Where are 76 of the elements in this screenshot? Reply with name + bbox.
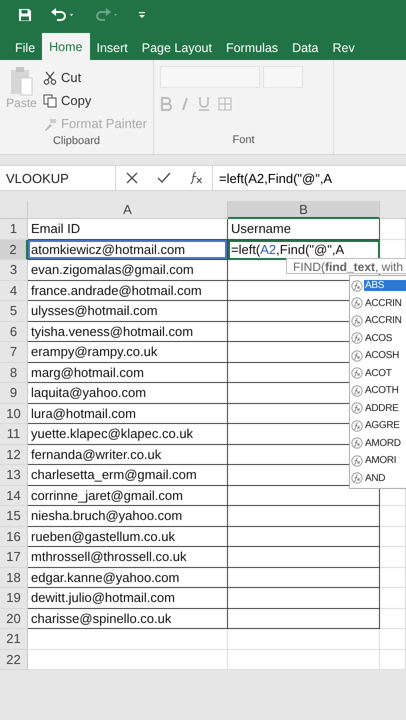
table-cell: laquita@yahoo.com <box>28 383 228 404</box>
ribbon-tab[interactable]: Rev <box>325 36 362 60</box>
ribbon-tab[interactable]: Data <box>285 36 326 60</box>
function-suggestion[interactable]: ABS <box>364 280 406 292</box>
name-box[interactable]: VLOOKUP <box>0 166 116 190</box>
row-header[interactable]: 6 <box>0 322 28 342</box>
ribbon-tab[interactable]: Formulas <box>218 36 286 60</box>
table-cell: corrinne_jaret@gmail.com <box>28 486 228 506</box>
table-cell: Username <box>228 219 380 240</box>
ribbon-tab[interactable]: Insert <box>90 36 135 60</box>
table-cell: dewitt.julio@hotmail.com <box>28 588 228 608</box>
function-suggestion[interactable]: AMORI <box>364 455 406 466</box>
table-cell: edgar.kanne@yahoo.com <box>28 568 228 588</box>
row-header[interactable]: 14 <box>0 486 28 506</box>
function-suggestion[interactable]: ACOS <box>364 332 406 344</box>
table-cell: marg@hotmail.com <box>28 362 228 383</box>
table-cell: charlesetta_erm@gmail.com <box>28 465 228 486</box>
table-cell: lura@hotmail.com <box>28 404 228 424</box>
row-header[interactable]: 5 <box>0 301 28 322</box>
button-label: Paste <box>6 96 37 110</box>
button-label: Format Painter <box>61 116 147 131</box>
ribbon-tab[interactable]: Home <box>42 33 90 60</box>
button-label: Copy <box>61 93 92 108</box>
table-cell: Email ID <box>28 219 228 240</box>
row-header[interactable]: 4 <box>0 280 28 301</box>
row-header[interactable]: 8 <box>0 362 28 383</box>
table-cell: charisse@spinello.co.uk <box>28 608 228 629</box>
table-cell: evan.zigomalas@gmail.com <box>28 260 228 280</box>
function-tooltip: FIND(find_text, with <box>286 258 406 274</box>
row-header[interactable]: 13 <box>0 465 28 486</box>
function-suggestion[interactable]: ACCRIN <box>364 315 406 326</box>
ribbon-tab[interactable]: Page Layout <box>134 36 219 60</box>
function-suggestion[interactable]: AGGRE <box>364 420 406 432</box>
function-suggestion[interactable]: ACOT <box>364 368 406 379</box>
group-title: Font <box>231 134 256 148</box>
row-header[interactable]: 7 <box>0 342 28 362</box>
row-header[interactable]: 15 <box>0 506 28 526</box>
function-suggestion[interactable]: AMORD <box>364 438 406 449</box>
row-header[interactable]: 21 <box>0 629 28 650</box>
function-suggestion[interactable]: AND <box>364 472 406 484</box>
table-cell: rueben@gastellum.co.uk <box>28 526 228 547</box>
table-cell: mthrossell@throssell.co.uk <box>28 547 228 568</box>
formula-field[interactable]: =left(A2,Find("@",A <box>212 166 406 190</box>
function-suggestion[interactable]: ACCRIN <box>364 298 406 309</box>
row-header[interactable]: 17 <box>0 547 28 568</box>
row-header[interactable]: 16 <box>0 526 28 547</box>
row-header[interactable]: 18 <box>0 568 28 588</box>
table-cell: tyisha.veness@hotmail.com <box>28 322 228 342</box>
row-header[interactable]: 20 <box>0 608 28 629</box>
table-cell: erampy@rampy.co.uk <box>28 342 228 362</box>
table-cell: niesha.bruch@yahoo.com <box>28 506 228 526</box>
function-suggestion[interactable]: ADDRE <box>364 402 406 414</box>
row-header[interactable]: 10 <box>0 404 28 424</box>
row-header[interactable]: 19 <box>0 588 28 608</box>
cut-button[interactable]: Cut <box>43 66 147 89</box>
table-cell: france.andrade@hotmail.com <box>28 280 228 301</box>
row-header[interactable]: 22 <box>0 650 28 670</box>
copy-button[interactable]: Copy <box>43 89 147 112</box>
row-header[interactable]: 1 <box>0 219 28 240</box>
ribbon-tab[interactable]: File <box>8 36 42 60</box>
column-header[interactable]: B <box>228 201 380 219</box>
row-header[interactable]: 12 <box>0 444 28 465</box>
group-title: Clipboard <box>52 135 102 149</box>
column-header[interactable]: A <box>28 201 228 219</box>
row-header[interactable]: 11 <box>0 424 28 444</box>
button-label: Cut <box>61 70 82 85</box>
row-header[interactable]: 2 <box>0 240 28 260</box>
table-cell: yuette.klapec@klapec.co.uk <box>28 424 228 444</box>
row-header[interactable]: 9 <box>0 383 28 404</box>
table-cell: =left(A2,Find("@",A <box>228 240 380 260</box>
function-suggestion[interactable]: ACOSH <box>364 350 406 362</box>
table-cell: fernanda@writer.co.uk <box>28 444 228 465</box>
function-suggestion[interactable]: ACOTH <box>364 385 406 396</box>
row-header[interactable]: 3 <box>0 260 28 280</box>
table-cell: atomkiewicz@hotmail.com <box>28 240 228 260</box>
table-cell: ulysses@hotmail.com <box>28 301 228 322</box>
